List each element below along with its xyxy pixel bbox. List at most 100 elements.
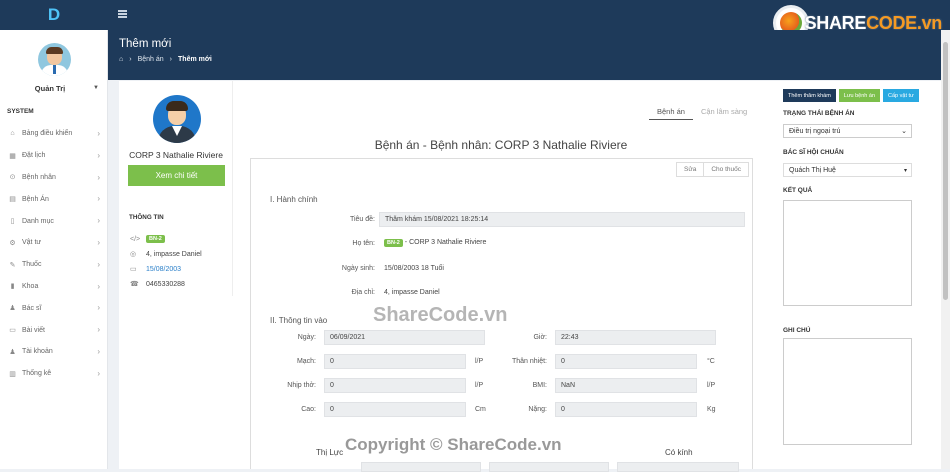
height-input[interactable]: 0 xyxy=(324,402,466,417)
breath-input[interactable]: 0 xyxy=(324,378,466,393)
chevron-right-icon: › xyxy=(97,194,100,204)
home-icon[interactable]: ⌂ xyxy=(119,56,123,63)
chevron-right-icon: › xyxy=(97,150,100,160)
doctor-select[interactable]: Quách Thị Huệ ▾ xyxy=(783,163,912,177)
code-icon: </> xyxy=(130,235,141,243)
pulse-label: Mạch: xyxy=(296,358,316,365)
sidebar-item-label: Bác sĩ xyxy=(22,304,42,312)
user-name[interactable]: Quản Trị xyxy=(0,84,100,93)
edit-button[interactable]: Sửa xyxy=(676,162,705,177)
caret-down-icon[interactable]: ▼ xyxy=(93,85,99,91)
sidebar-item-label: Thống kê xyxy=(22,370,52,378)
sidebar-item-accounts[interactable]: ♟ Tài khoản › xyxy=(0,341,108,363)
eyesight-input-3[interactable] xyxy=(617,462,739,472)
watermark-center: ShareCode.vn xyxy=(373,304,508,326)
temperature-label: Thân nhiệt: xyxy=(511,358,547,365)
patient-dob-row: ▭ 15/08/2003 xyxy=(130,265,182,274)
chevron-right-icon: › xyxy=(97,346,100,356)
sidebar-nav: ⌂ Bảng điều khiển › ▦ Đặt lịch › ⊙ Bệnh nhân ›… xyxy=(0,123,108,385)
view-detail-button[interactable]: Xem chi tiết xyxy=(128,165,225,186)
patient-icon: ⊙ xyxy=(9,174,16,182)
breadcrumb-separator-icon: › xyxy=(129,56,132,63)
sidebar-item-statistics[interactable]: ▥ Thống kê › xyxy=(0,363,108,385)
sidebar-item-label: Bài viết xyxy=(22,326,45,334)
title-input[interactable]: Thăm khám 15/08/2021 18:25:14 xyxy=(379,212,745,227)
doctor-icon: ♟ xyxy=(9,305,16,313)
phone-icon: ☎ xyxy=(130,281,139,288)
sidebar-item-label: Đặt lịch xyxy=(22,152,46,160)
sidebar-item-departments[interactable]: ▮ Khoa › xyxy=(0,276,108,298)
temperature-unit: °C xyxy=(707,358,715,365)
sidebar-item-supplies[interactable]: ⚙ Vật tư › xyxy=(0,232,108,254)
section-administrative: I. Hành chính xyxy=(270,195,318,204)
result-label: KẾT QUẢ xyxy=(783,187,813,194)
sidebar-section-label: SYSTEM xyxy=(7,108,34,115)
watermark-bottom: Copyright © ShareCode.vn xyxy=(345,435,562,454)
sidebar-item-categories[interactable]: ▯ Danh mục › xyxy=(0,210,108,232)
sidebar-item-patients[interactable]: ⊙ Bệnh nhân › xyxy=(0,167,108,189)
menu-toggle-icon[interactable] xyxy=(118,10,127,18)
sidebar-item-doctors[interactable]: ♟ Bác sĩ › xyxy=(0,297,108,319)
sidebar-item-label: Vật tư xyxy=(22,239,42,247)
app-logo[interactable]: D xyxy=(0,0,108,30)
patient-phone-row: ☎ 0465330288 xyxy=(130,280,185,289)
patient-name: CORP 3 Nathalie Riviere xyxy=(129,150,223,160)
folder-icon: ▯ xyxy=(10,218,15,226)
issue-supplies-button[interactable]: Cấp vật tư xyxy=(883,89,919,102)
weight-input[interactable]: 0 xyxy=(555,402,697,417)
eyesight-label: Thị Lực xyxy=(316,448,344,457)
title-label: Tiêu đề: xyxy=(349,216,375,223)
form-actions: Sửa Cho thuốc xyxy=(676,162,749,177)
sidebar-item-label: Bệnh nhân xyxy=(22,173,56,181)
scrollbar-thumb[interactable] xyxy=(943,42,948,300)
chevron-right-icon: › xyxy=(97,259,100,269)
breadcrumb-benh-an[interactable]: Bệnh án xyxy=(138,56,164,63)
status-select-value: Điều trị ngoại trú xyxy=(789,127,841,135)
temperature-input[interactable]: 0 xyxy=(555,354,697,369)
tab-can-lam-sang[interactable]: Cận lâm sàng xyxy=(693,107,755,120)
with-glasses-label: Có kính xyxy=(665,448,693,457)
header-band xyxy=(108,30,950,80)
note-textarea[interactable] xyxy=(783,338,912,445)
time-input[interactable]: 22:43 xyxy=(555,330,716,345)
result-textarea[interactable] xyxy=(783,200,912,306)
info-label: THÔNG TIN xyxy=(129,214,164,221)
breadcrumb-separator-icon: › xyxy=(169,56,173,63)
bmi-unit: l/P xyxy=(707,382,716,389)
breadcrumb: ⌂ › Bệnh án › Thêm mới xyxy=(119,56,212,63)
bmi-input[interactable]: NaN xyxy=(555,378,697,393)
sidebar-item-schedule[interactable]: ▦ Đặt lịch › xyxy=(0,145,108,167)
bmi-label: BMI: xyxy=(532,382,547,389)
chevron-right-icon: › xyxy=(97,172,100,182)
tab-benh-an[interactable]: Bệnh án xyxy=(649,107,693,120)
gear-icon: ⚙ xyxy=(9,239,16,247)
map-pin-icon: ◎ xyxy=(130,251,137,258)
calendar-icon: ▭ xyxy=(130,266,137,273)
calendar-icon: ▦ xyxy=(9,152,16,160)
save-record-button[interactable]: Lưu bệnh án xyxy=(838,89,881,102)
sidebar-item-medicine[interactable]: ✎ Thuốc › xyxy=(0,254,108,276)
status-select[interactable]: Điều trị ngoại trú ⌄ xyxy=(783,124,912,138)
prescribe-button[interactable]: Cho thuốc xyxy=(703,162,749,177)
sidebar-item-posts[interactable]: ▭ Bài viết › xyxy=(0,319,108,341)
sidebar-item-dashboard[interactable]: ⌂ Bảng điều khiển › xyxy=(0,123,108,145)
birthdate-value: 15/08/2003 18 Tuổi xyxy=(384,265,444,272)
page-scrollbar[interactable] xyxy=(941,30,950,469)
add-visit-button[interactable]: Thêm thăm khám xyxy=(783,89,836,102)
user-avatar[interactable] xyxy=(38,43,71,76)
patient-address: 4, impasse Daniel xyxy=(146,250,202,258)
patient-dob: 15/08/2003 xyxy=(146,265,182,273)
eyesight-input-2[interactable] xyxy=(489,462,609,472)
sidebar-item-label: Thuốc xyxy=(22,261,42,269)
bar-chart-icon: ▥ xyxy=(9,370,16,378)
sidebar-item-records[interactable]: ▤ Bệnh Án › xyxy=(0,188,108,210)
sidebar-item-label: Danh mục xyxy=(22,217,54,225)
date-input[interactable]: 06/09/2021 xyxy=(324,330,485,345)
breadcrumb-current: Thêm mới xyxy=(178,56,212,63)
eyesight-input-1[interactable] xyxy=(361,462,481,472)
record-tabs: Bệnh án Cận lâm sàng xyxy=(649,107,755,120)
patient-card: CORP 3 Nathalie Riviere Xem chi tiết THÔ… xyxy=(119,81,233,296)
sidebar-item-label: Tài khoản xyxy=(22,348,53,356)
time-label: Giờ: xyxy=(533,334,547,341)
pulse-input[interactable]: 0 xyxy=(324,354,466,369)
